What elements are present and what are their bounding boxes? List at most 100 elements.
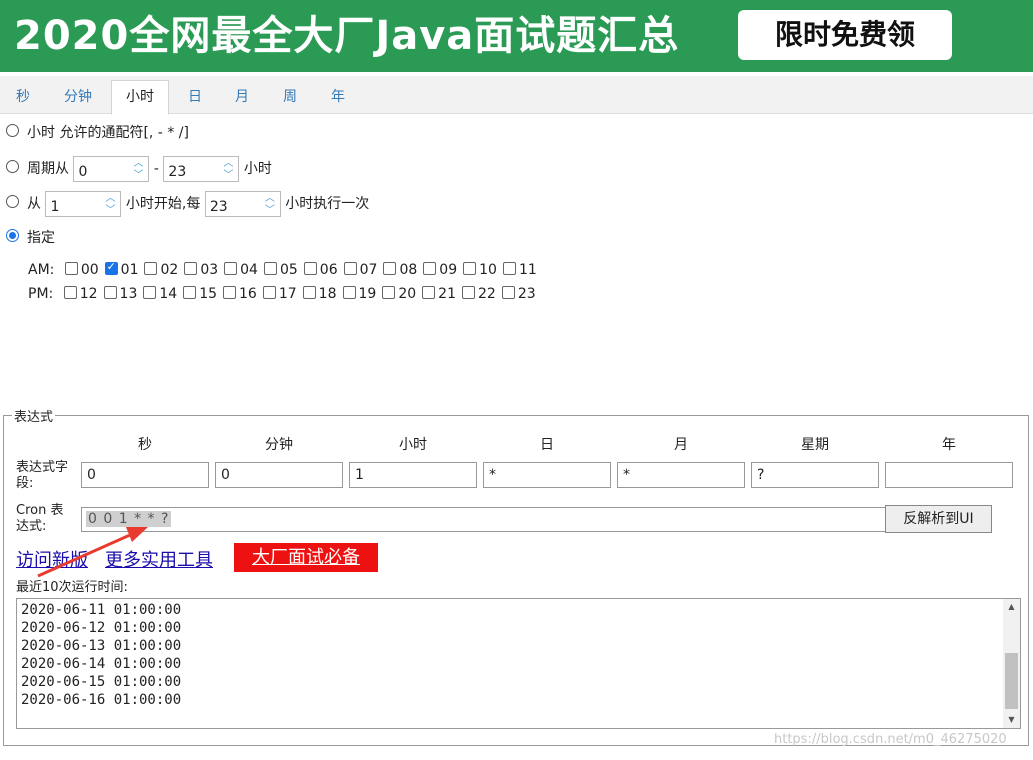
- more-tools-link[interactable]: 更多实用工具: [105, 546, 213, 572]
- hour-checkbox[interactable]: [343, 261, 357, 275]
- hour-checkbox[interactable]: [263, 261, 277, 275]
- tab-minute[interactable]: 分钟: [52, 81, 104, 113]
- tab-day[interactable]: 日: [178, 81, 212, 113]
- run-times-textarea[interactable]: 2020-06-11 01:00:00 2020-06-12 01:00:00 …: [16, 598, 1021, 729]
- cron-input[interactable]: 0 0 1 * * ?: [81, 507, 886, 532]
- hour-checkbox[interactable]: [143, 285, 157, 299]
- hour-option[interactable]: 15: [183, 285, 217, 302]
- chevron-up-icon[interactable]: ︿: [130, 158, 146, 169]
- radio-every-hour[interactable]: [6, 123, 19, 137]
- tab-year[interactable]: 年: [321, 81, 355, 113]
- hour-option[interactable]: 06: [303, 261, 338, 278]
- hour-option[interactable]: 13: [103, 285, 137, 302]
- hour-option[interactable]: 11: [502, 261, 537, 278]
- hour-option[interactable]: 07: [343, 261, 377, 278]
- tab-month[interactable]: 月: [225, 81, 259, 113]
- hour-checkbox[interactable]: [103, 285, 117, 299]
- year-field[interactable]: [885, 462, 1013, 488]
- hour-checkbox[interactable]: [104, 260, 118, 275]
- col-minute: 分钟: [265, 437, 293, 453]
- hour-checkbox[interactable]: [382, 285, 396, 299]
- hour-checkbox[interactable]: [64, 261, 78, 275]
- chevron-up-icon[interactable]: ︿: [262, 193, 278, 204]
- hour-checkbox[interactable]: [502, 261, 516, 275]
- hour-checkbox[interactable]: [224, 261, 238, 275]
- hour-option[interactable]: 01: [104, 260, 138, 278]
- cycle-from-stepper[interactable]: 0 ︿ ﹀: [73, 156, 150, 182]
- hour-option[interactable]: 12: [63, 285, 98, 302]
- parse-to-ui-button[interactable]: 反解析到UI: [885, 505, 992, 533]
- radio-cycle[interactable]: [6, 159, 19, 173]
- hour-option[interactable]: 09: [423, 261, 457, 278]
- from-start-stepper[interactable]: 1 ︿ ﹀: [45, 191, 122, 217]
- cron-value: 0 0 1 * * ?: [86, 511, 172, 527]
- hour-checkbox[interactable]: [463, 261, 477, 275]
- hour-checkbox[interactable]: [422, 285, 436, 299]
- scroll-up-icon[interactable]: ▲: [1003, 599, 1020, 615]
- hour-label: 16: [239, 286, 257, 302]
- hour-option[interactable]: 18: [302, 285, 337, 302]
- hour-checkbox[interactable]: [144, 261, 158, 275]
- hour-option[interactable]: 17: [262, 285, 297, 302]
- hour-option[interactable]: 19: [342, 285, 377, 302]
- hour-label: 19: [358, 286, 377, 302]
- chevron-down-icon[interactable]: ﹀: [220, 170, 236, 181]
- radio-from-every[interactable]: [6, 194, 19, 208]
- chevron-up-icon[interactable]: ︿: [102, 193, 118, 204]
- hour-checkbox[interactable]: [383, 261, 397, 275]
- day-field[interactable]: *: [483, 462, 611, 488]
- hour-checkbox[interactable]: [342, 285, 356, 299]
- chevron-down-icon[interactable]: ﹀: [102, 205, 118, 216]
- hour-checkbox[interactable]: [63, 285, 77, 299]
- tab-hour[interactable]: 小时: [111, 80, 169, 115]
- second-field[interactable]: 0: [81, 462, 209, 488]
- cycle-dash: -: [153, 161, 159, 177]
- hour-option[interactable]: 08: [383, 261, 418, 278]
- hour-option[interactable]: 23: [501, 285, 536, 302]
- scrollbar-thumb[interactable]: [1005, 653, 1018, 709]
- hour-option[interactable]: 02: [144, 261, 178, 278]
- hour-option[interactable]: 16: [223, 285, 257, 302]
- chevron-down-icon[interactable]: ﹀: [262, 205, 278, 216]
- run-time-line: 2020-06-13 01:00:00: [21, 638, 182, 654]
- promo-banner[interactable]: 2020全网最全大厂Java面试题汇总 限时免费领: [0, 0, 1033, 72]
- hour-checkbox[interactable]: [423, 261, 437, 275]
- scroll-down-icon[interactable]: ▼: [1003, 712, 1020, 728]
- hour-option[interactable]: 20: [382, 285, 416, 302]
- hour-option[interactable]: 22: [461, 285, 496, 302]
- hour-label: 22: [477, 286, 496, 302]
- chevron-down-icon[interactable]: ﹀: [130, 170, 146, 181]
- minute-field[interactable]: 0: [215, 462, 343, 488]
- hour-label: 08: [399, 262, 418, 278]
- hour-checkbox[interactable]: [262, 285, 276, 299]
- col-week: 星期: [801, 437, 829, 453]
- tab-week[interactable]: 周: [273, 81, 307, 113]
- hour-checkbox[interactable]: [501, 285, 515, 299]
- hour-checkbox[interactable]: [183, 285, 197, 299]
- hour-option[interactable]: 21: [422, 285, 456, 302]
- week-field[interactable]: ?: [751, 462, 879, 488]
- hour-checkbox[interactable]: [184, 261, 198, 275]
- hour-checkbox[interactable]: [223, 285, 237, 299]
- hour-checkbox[interactable]: [303, 261, 317, 275]
- interview-button[interactable]: 大厂面试必备: [234, 543, 378, 572]
- hour-field[interactable]: 1: [349, 462, 477, 488]
- hour-option[interactable]: 03: [184, 261, 218, 278]
- banner-claim-button[interactable]: 限时免费领: [738, 10, 952, 60]
- cycle-to-stepper[interactable]: 23 ︿ ﹀: [163, 156, 240, 182]
- hour-option[interactable]: 04: [224, 261, 258, 278]
- radio-specify[interactable]: [6, 228, 19, 242]
- col-day: 日: [540, 437, 554, 453]
- hour-option[interactable]: 10: [463, 261, 497, 278]
- new-version-link[interactable]: 访问新版: [16, 546, 88, 572]
- chevron-up-icon[interactable]: ︿: [220, 158, 236, 169]
- month-field[interactable]: *: [617, 462, 745, 488]
- tab-second[interactable]: 秒: [6, 81, 40, 113]
- hour-option[interactable]: 14: [143, 285, 177, 302]
- hour-option[interactable]: 00: [64, 261, 99, 278]
- hour-checkbox[interactable]: [302, 285, 316, 299]
- hour-checkbox[interactable]: [461, 285, 475, 299]
- scrollbar[interactable]: ▲ ▼: [1003, 599, 1020, 728]
- hour-option[interactable]: 05: [263, 261, 298, 278]
- every-stepper[interactable]: 23 ︿ ﹀: [204, 191, 281, 217]
